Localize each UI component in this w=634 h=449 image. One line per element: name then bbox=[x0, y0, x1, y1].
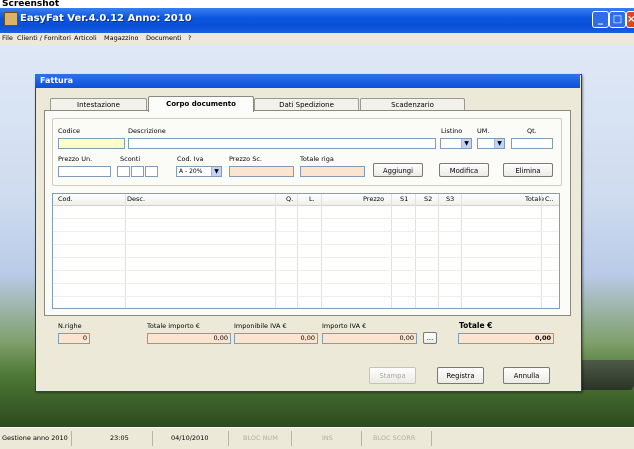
grid-row-line bbox=[53, 296, 559, 297]
col-q[interactable]: Q. bbox=[286, 195, 293, 203]
prezzo-sc-field bbox=[229, 166, 294, 177]
sconto-1-field[interactable] bbox=[117, 166, 130, 177]
grid-col-separator bbox=[461, 194, 462, 308]
page-header: Screenshot bbox=[0, 0, 634, 8]
menu-clienti-fornitori[interactable]: Clienti / Fornitori bbox=[17, 34, 71, 42]
grid-row-line bbox=[53, 257, 559, 258]
totale-riga-field bbox=[300, 166, 365, 177]
descrizione-label: Descrizione bbox=[128, 127, 166, 135]
listino-select[interactable]: ▼ bbox=[440, 138, 472, 149]
totale-label: Totale € bbox=[459, 321, 493, 330]
dialog-title: Fattura bbox=[40, 76, 74, 85]
annulla-button[interactable]: Annulla bbox=[503, 367, 550, 384]
menu-file[interactable]: File bbox=[2, 34, 13, 42]
descrizione-field[interactable] bbox=[128, 138, 436, 149]
iva-detail-button[interactable]: ... bbox=[423, 332, 437, 344]
grid-col-separator bbox=[415, 194, 416, 308]
listino-label: Listino bbox=[441, 127, 463, 135]
codice-field[interactable] bbox=[58, 138, 125, 149]
close-button[interactable]: × bbox=[626, 11, 634, 28]
um-label: UM. bbox=[477, 127, 490, 135]
registra-button[interactable]: Registra bbox=[437, 367, 484, 384]
col-s2[interactable]: S2 bbox=[424, 195, 432, 203]
sconto-2-field[interactable] bbox=[131, 166, 144, 177]
prezzo-un-label: Prezzo Un. bbox=[58, 155, 93, 163]
col-s1[interactable]: S1 bbox=[400, 195, 408, 203]
status-bloc-num: BLOC NUM bbox=[243, 434, 278, 442]
col-l[interactable]: L. bbox=[309, 195, 315, 203]
menu-magazzino[interactable]: Magazzino bbox=[104, 34, 138, 42]
grid-col-separator bbox=[125, 194, 126, 308]
chevron-down-icon[interactable]: ▼ bbox=[461, 139, 471, 148]
importo-iva-label: Importo IVA € bbox=[322, 322, 367, 330]
col-s3[interactable]: S3 bbox=[446, 195, 454, 203]
sconto-3-field[interactable] bbox=[145, 166, 158, 177]
elimina-button[interactable]: Elimina bbox=[503, 163, 553, 177]
app-icon[interactable] bbox=[4, 12, 18, 26]
grid-row-line bbox=[53, 283, 559, 284]
grid-header: Cod. Desc. Q. L. Prezzo S1 S2 S3 Totale … bbox=[53, 194, 559, 206]
maximize-button[interactable]: □ bbox=[609, 11, 626, 28]
grid-col-separator bbox=[438, 194, 439, 308]
importo-iva-field: 0,00 bbox=[322, 333, 417, 344]
status-time: 23:05 bbox=[110, 434, 129, 442]
menu-help[interactable]: ? bbox=[188, 34, 191, 42]
aggiungi-button[interactable]: Aggiungi bbox=[373, 163, 423, 177]
status-date: 04/10/2010 bbox=[171, 434, 209, 442]
codice-label: Codice bbox=[58, 127, 81, 135]
status-bar: Gestione anno 2010 23:05 04/10/2010 BLOC… bbox=[0, 427, 634, 449]
grid-col-separator bbox=[321, 194, 322, 308]
grid-row-line bbox=[53, 270, 559, 271]
prezzo-sc-label: Prezzo Sc. bbox=[229, 155, 262, 163]
n-righe-label: N.righe bbox=[58, 322, 82, 330]
um-select[interactable]: ▼ bbox=[477, 138, 505, 149]
status-separator bbox=[291, 431, 292, 446]
status-separator bbox=[431, 431, 432, 446]
menu-documenti[interactable]: Documenti bbox=[146, 34, 181, 42]
totale-field: 0,00 bbox=[458, 333, 554, 344]
totale-riga-label: Totale riga bbox=[300, 155, 334, 163]
col-c[interactable]: C.. bbox=[545, 195, 554, 203]
grid-row-line bbox=[53, 244, 559, 245]
qt-field[interactable] bbox=[511, 138, 553, 149]
chevron-down-icon[interactable]: ▼ bbox=[211, 167, 221, 176]
cod-iva-select[interactable]: A - 20% ▼ bbox=[176, 166, 222, 177]
grid-col-separator bbox=[297, 194, 298, 308]
tab-corpo-documento[interactable]: Corpo documento bbox=[148, 96, 254, 112]
col-prezzo[interactable]: Prezzo bbox=[363, 195, 384, 203]
grid-col-separator bbox=[391, 194, 392, 308]
qt-label: Qt. bbox=[527, 127, 537, 135]
grid-row-line bbox=[53, 231, 559, 232]
prezzo-un-field[interactable] bbox=[58, 166, 111, 177]
totale-importo-label: Totale importo € bbox=[147, 322, 200, 330]
col-cod[interactable]: Cod. bbox=[58, 195, 73, 203]
cod-iva-label: Cod. Iva bbox=[177, 155, 204, 163]
cod-iva-value: A - 20% bbox=[179, 168, 203, 175]
document-lines-grid[interactable]: Cod. Desc. Q. L. Prezzo S1 S2 S3 Totale … bbox=[52, 193, 560, 309]
status-bloc-scorr: BLOC SCORR bbox=[373, 434, 416, 442]
dialog-title-bar[interactable]: Fattura bbox=[35, 74, 580, 88]
sconti-label: Sconti bbox=[120, 155, 141, 163]
status-gestione: Gestione anno 2010 bbox=[2, 434, 68, 442]
menu-articoli[interactable]: Articoli bbox=[74, 34, 97, 42]
status-separator bbox=[152, 431, 153, 446]
status-separator bbox=[228, 431, 229, 446]
grid-col-separator bbox=[275, 194, 276, 308]
status-separator bbox=[71, 431, 72, 446]
chevron-down-icon[interactable]: ▼ bbox=[494, 139, 504, 148]
status-ins: INS bbox=[322, 434, 333, 442]
col-desc[interactable]: Desc. bbox=[127, 195, 145, 203]
n-righe-field: 0 bbox=[58, 333, 90, 344]
totale-importo-field: 0,00 bbox=[147, 333, 231, 344]
modifica-button[interactable]: Modifica bbox=[439, 163, 489, 177]
imponibile-field: 0,00 bbox=[234, 333, 318, 344]
stampa-button[interactable]: Stampa bbox=[369, 367, 416, 384]
minimize-button[interactable]: _ bbox=[592, 11, 609, 28]
window-title: EasyFat Ver.4.0.12 Anno: 2010 bbox=[20, 13, 192, 24]
status-separator bbox=[361, 431, 362, 446]
imponibile-label: Imponibile IVA € bbox=[234, 322, 287, 330]
grid-row-line bbox=[53, 218, 559, 219]
grid-col-separator bbox=[541, 194, 542, 308]
